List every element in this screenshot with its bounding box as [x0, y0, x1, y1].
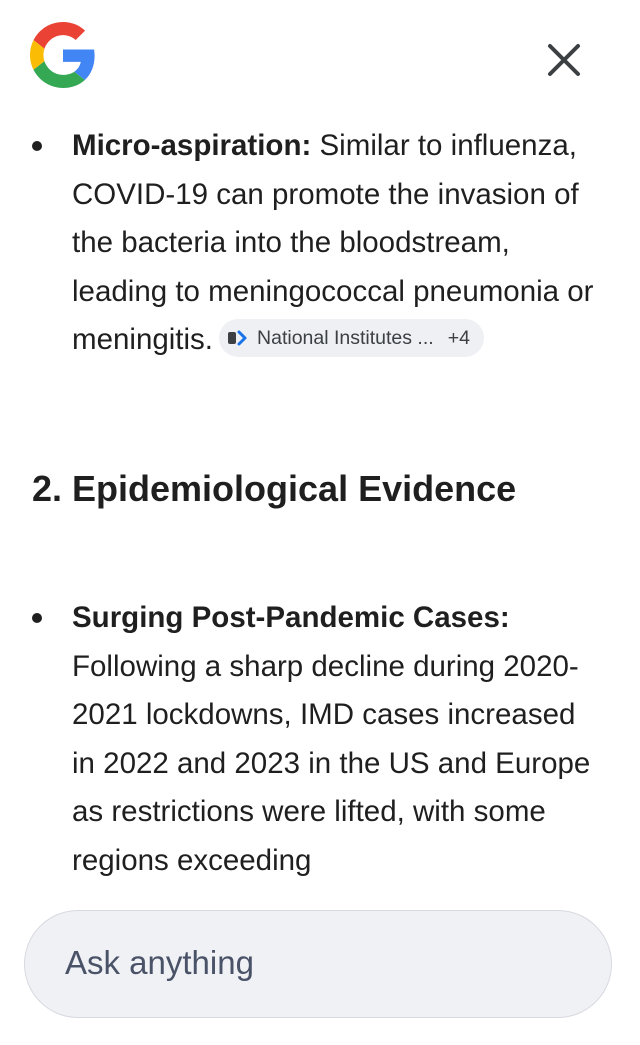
response-content: Micro-aspiration: Similar to influenza, …: [0, 0, 640, 900]
list-item: Micro-aspiration: Similar to influenza, …: [32, 122, 602, 365]
citation-source: National Institutes ...: [257, 326, 434, 349]
bullet-icon: [32, 141, 42, 151]
bullet-icon: [32, 613, 42, 623]
list-item: Surging Post-Pandemic Cases: Following a…: [32, 594, 602, 885]
item-title: Micro-aspiration:: [72, 129, 312, 162]
item-text: Following a sharp decline during 2020-20…: [72, 649, 591, 877]
citation-chip[interactable]: National Institutes ... +4: [219, 319, 484, 358]
item-title: Surging Post-Pandemic Cases:: [72, 601, 510, 634]
ask-input-placeholder: Ask anything: [65, 944, 254, 981]
section-heading: 2. Epidemiological Evidence: [32, 468, 517, 509]
citation-count: +4: [447, 326, 470, 349]
source-icon: [228, 330, 247, 346]
ask-input[interactable]: Ask anything: [24, 910, 612, 1018]
